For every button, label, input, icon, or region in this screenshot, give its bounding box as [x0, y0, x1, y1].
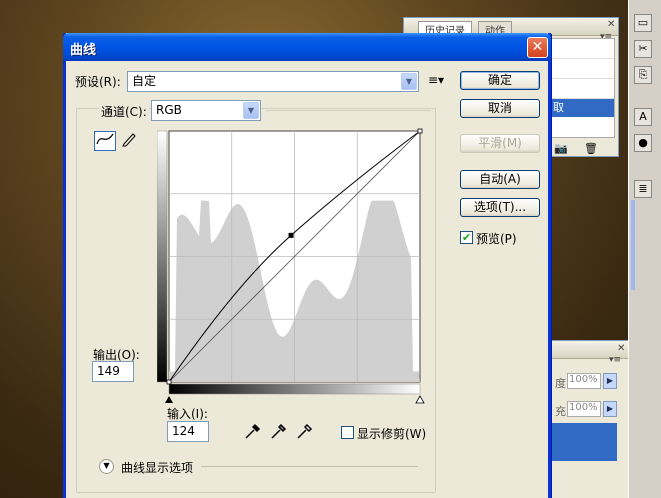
curve-endpoint-black[interactable] — [166, 379, 172, 385]
checkmark-icon: ✔ — [461, 231, 472, 244]
preset-select[interactable]: 自定 ▼ — [127, 71, 419, 92]
fill-field[interactable]: 100% — [567, 401, 601, 417]
preset-options-icon[interactable]: ≡▾ — [428, 73, 444, 87]
dialog-titlebar[interactable]: 曲线 ✕ — [63, 33, 551, 61]
history-list: 取 — [549, 38, 615, 138]
input-gradient-bar — [168, 383, 421, 395]
fill-arrow-icon[interactable]: ▶ — [603, 401, 617, 417]
preview-label[interactable]: 预览(P) — [476, 230, 517, 247]
layers-panel: ✕ ▾≡ 度: 100% ▶ 充: 100% ▶ — [540, 340, 630, 498]
display-options-label[interactable]: 曲线显示选项 — [121, 459, 193, 476]
tool-icon-5[interactable]: ● — [634, 134, 652, 152]
tools-scrollbar[interactable] — [631, 200, 635, 290]
curve-icon — [96, 133, 114, 145]
trash-icon[interactable]: 🗑 — [584, 142, 598, 155]
history-selected-item[interactable]: 取 — [550, 99, 614, 117]
curve-control-point[interactable] — [288, 232, 294, 238]
dialog-title: 曲线 — [70, 43, 97, 58]
close-icon: ✕ — [531, 39, 544, 55]
tools-bar: ▭ ✂ ⎘ A ● ≣ — [628, 0, 661, 498]
auto-button[interactable]: 自动(A) — [460, 170, 540, 189]
tool-icon-3[interactable]: ⎘ — [634, 66, 652, 84]
preset-label: 预设(R): — [75, 75, 121, 89]
gray-eyedropper-icon[interactable] — [270, 422, 288, 440]
show-clipping-label[interactable]: 显示修剪(W) — [357, 425, 426, 442]
tool-icon-2[interactable]: ✂ — [634, 40, 652, 58]
output-gradient-bar — [157, 130, 168, 383]
show-clipping-checkbox[interactable] — [341, 426, 354, 439]
black-point-slider-icon[interactable] — [165, 396, 173, 403]
output-field[interactable]: 149 — [92, 361, 134, 382]
double-chevron-down-icon: ▼ — [103, 461, 110, 470]
pencil-icon — [122, 133, 136, 147]
curve-endpoint-white[interactable] — [417, 128, 423, 134]
layer-selected-row[interactable] — [541, 423, 617, 461]
preview-checkbox[interactable]: ✔ — [460, 231, 473, 244]
chevron-down-icon[interactable]: ▼ — [243, 102, 259, 119]
panel-close-icon[interactable]: ✕ — [607, 19, 615, 30]
black-eyedropper-icon[interactable] — [244, 422, 262, 440]
group-divider — [266, 110, 431, 111]
layers-menu-icon[interactable]: ▾≡ — [609, 355, 621, 365]
smooth-button[interactable]: 平滑(M) — [460, 134, 540, 153]
close-button[interactable]: ✕ — [527, 37, 548, 58]
channel-value: RGB — [156, 103, 182, 117]
curve-graph[interactable] — [157, 128, 432, 408]
input-label: 输入(I): — [167, 407, 208, 421]
input-value: 124 — [172, 424, 195, 438]
channel-label: 通道(C): — [99, 103, 149, 120]
opacity-arrow-icon[interactable]: ▶ — [603, 373, 617, 389]
options-divider — [201, 466, 418, 467]
ok-button[interactable]: 确定 — [460, 71, 540, 90]
opacity-field[interactable]: 100% — [567, 373, 601, 389]
pencil-tool-button[interactable] — [118, 131, 140, 151]
tool-icon-6[interactable]: ≣ — [634, 180, 652, 198]
chevron-down-icon[interactable]: ▼ — [401, 73, 417, 90]
preset-value: 自定 — [132, 74, 157, 88]
tool-icon-1[interactable]: ▭ — [634, 14, 652, 32]
camera-icon[interactable]: 📷 — [554, 142, 568, 155]
cancel-button[interactable]: 取消 — [460, 99, 540, 118]
curve-tool-button[interactable] — [94, 131, 116, 151]
tool-icon-4[interactable]: A — [634, 108, 652, 126]
curves-dialog: 曲线 ✕ 预设(R): 自定 ▼ ≡▾ 确定 取消 平滑(M) 自动(A) 选项… — [63, 33, 551, 498]
output-value: 149 — [97, 364, 120, 378]
input-field[interactable]: 124 — [167, 421, 209, 442]
layers-close-icon[interactable]: ✕ — [617, 343, 625, 354]
white-point-slider-icon[interactable] — [415, 395, 425, 404]
expand-options-button[interactable]: ▼ — [99, 459, 114, 474]
white-eyedropper-icon[interactable] — [296, 422, 314, 440]
channel-select[interactable]: RGB ▼ — [151, 100, 261, 121]
options-button[interactable]: 选项(T)... — [460, 198, 540, 217]
